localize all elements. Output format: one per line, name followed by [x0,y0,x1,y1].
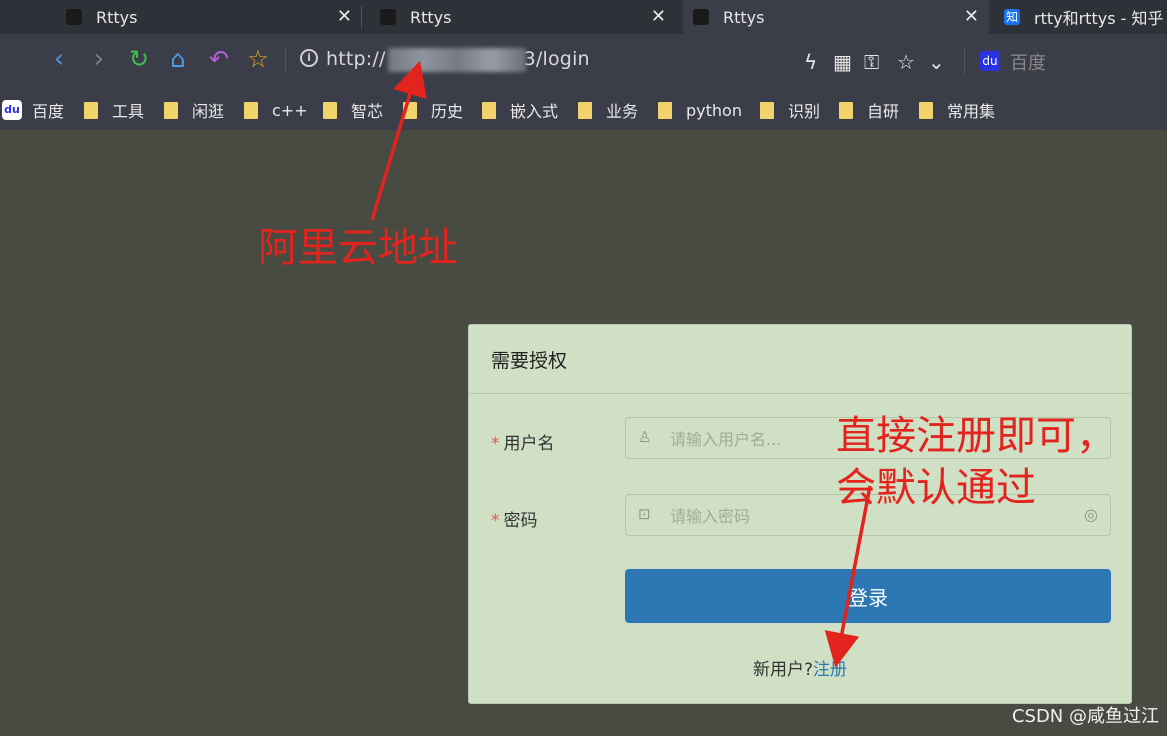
arrow-to-url [370,60,427,221]
annotation-arrows [370,60,872,668]
arrow-to-register [824,485,872,668]
watermark: CSDN @咸鱼过江 [1011,706,1159,727]
